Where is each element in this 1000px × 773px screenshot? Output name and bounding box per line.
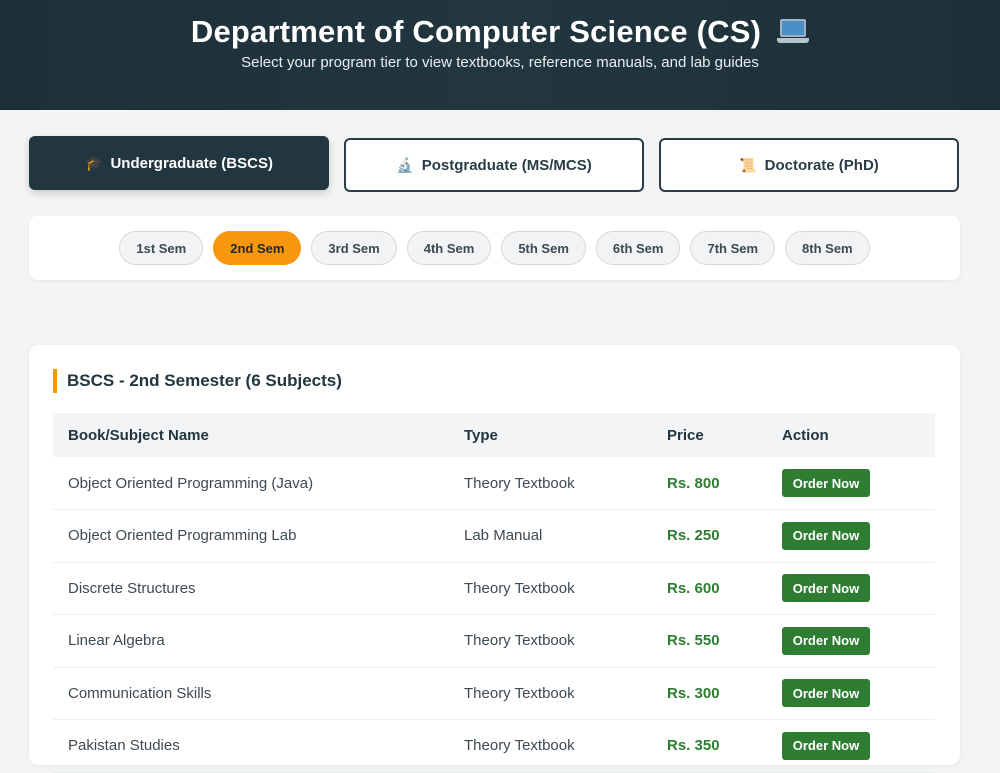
action-cell: Order Now — [767, 719, 935, 773]
column-header-name: Book/Subject Name — [68, 426, 209, 444]
subjects-table: Book/Subject Name Type Price Action Obje… — [53, 413, 935, 773]
order-now-button[interactable]: Order Now — [782, 731, 870, 760]
microscope-icon: 🔬 — [396, 156, 414, 173]
tier-undergraduate-button[interactable]: 🎓 Undergraduate (BSCS) — [29, 136, 329, 190]
subject-type: Lab Manual — [449, 509, 652, 563]
semester-3-button[interactable]: 3rd Sem — [311, 231, 397, 265]
page-subtitle: Select your program tier to view textboo… — [241, 54, 759, 71]
table-row: Pakistan Studies Theory Textbook Rs. 350… — [53, 719, 935, 773]
subject-name: Object Oriented Programming (Java) — [53, 457, 449, 510]
tier-postgraduate-button[interactable]: 🔬 Postgraduate (MS/MCS) — [344, 138, 644, 192]
subject-price: Rs. 250 — [652, 509, 767, 563]
table-row: Discrete Structures Theory Textbook Rs. … — [53, 562, 935, 615]
tier-label: Undergraduate (BSCS) — [110, 154, 273, 172]
subject-type: Theory Textbook — [449, 667, 652, 720]
table-header-row: Book/Subject Name Type Price Action — [53, 413, 935, 457]
page-title: Department of Computer Science (CS) — [190, 14, 810, 50]
subject-type: Theory Textbook — [449, 719, 652, 773]
table-row: Object Oriented Programming (Java) Theor… — [53, 457, 935, 510]
page-header: Department of Computer Science (CS) Sele… — [0, 0, 1000, 110]
semester-5-button[interactable]: 5th Sem — [501, 231, 586, 265]
order-now-button[interactable]: Order Now — [782, 469, 870, 497]
tier-label: Doctorate (PhD) — [764, 156, 879, 174]
action-cell: Order Now — [767, 457, 935, 510]
subject-name: Pakistan Studies — [53, 719, 449, 773]
subject-type: Theory Textbook — [449, 614, 652, 668]
table-row: Communication Skills Theory Textbook Rs.… — [53, 667, 935, 720]
section-title: BSCS - 2nd Semester (6 Subjects) — [53, 369, 936, 393]
subject-price: Rs. 600 — [652, 562, 767, 615]
action-cell: Order Now — [767, 614, 935, 668]
subject-name: Discrete Structures — [53, 562, 449, 615]
semester-6-button[interactable]: 6th Sem — [595, 231, 681, 265]
action-cell: Order Now — [767, 667, 935, 720]
semester-2-button[interactable]: 2nd Sem — [213, 231, 302, 265]
action-cell: Order Now — [767, 509, 935, 563]
table-row: Linear Algebra Theory Textbook Rs. 550 O… — [53, 614, 935, 668]
semester-7-button[interactable]: 7th Sem — [690, 231, 776, 265]
column-header-type: Type — [464, 426, 498, 444]
semester-4-button[interactable]: 4th Sem — [406, 231, 492, 265]
order-now-button[interactable]: Order Now — [782, 574, 870, 603]
subject-price: Rs. 300 — [652, 667, 767, 720]
order-now-button[interactable]: Order Now — [782, 521, 870, 550]
subject-type: Theory Textbook — [449, 457, 652, 510]
table-row: Object Oriented Programming Lab Lab Manu… — [53, 509, 935, 563]
subject-name: Communication Skills — [53, 667, 449, 720]
subject-price: Rs. 550 — [652, 614, 767, 668]
semester-selector: 1st Sem 2nd Sem 3rd Sem 4th Sem 5th Sem … — [29, 216, 960, 280]
column-header-action: Action — [782, 426, 829, 444]
subject-name: Object Oriented Programming Lab — [53, 509, 449, 563]
semester-1-button[interactable]: 1st Sem — [119, 231, 204, 265]
subject-type: Theory Textbook — [449, 562, 652, 615]
program-tier-selector: 🎓 Undergraduate (BSCS) 🔬 Postgraduate (M… — [0, 136, 1000, 192]
subject-price: Rs. 800 — [652, 457, 767, 510]
laptop-icon — [777, 19, 810, 45]
scroll-icon: 📜 — [739, 156, 757, 173]
column-header-price: Price — [667, 426, 704, 444]
semester-8-button[interactable]: 8th Sem — [785, 231, 870, 265]
order-now-button[interactable]: Order Now — [782, 626, 870, 655]
subjects-card: BSCS - 2nd Semester (6 Subjects) Book/Su… — [29, 345, 960, 773]
tier-label: Postgraduate (MS/MCS) — [421, 156, 592, 174]
tier-doctorate-button[interactable]: 📜 Doctorate (PhD) — [659, 138, 959, 192]
action-cell: Order Now — [767, 562, 935, 615]
graduation-cap-icon: 🎓 — [85, 154, 103, 171]
subject-price: Rs. 350 — [652, 719, 767, 773]
subject-name: Linear Algebra — [53, 614, 449, 668]
order-now-button[interactable]: Order Now — [782, 679, 870, 708]
page-title-text: Department of Computer Science (CS) — [190, 14, 762, 49]
